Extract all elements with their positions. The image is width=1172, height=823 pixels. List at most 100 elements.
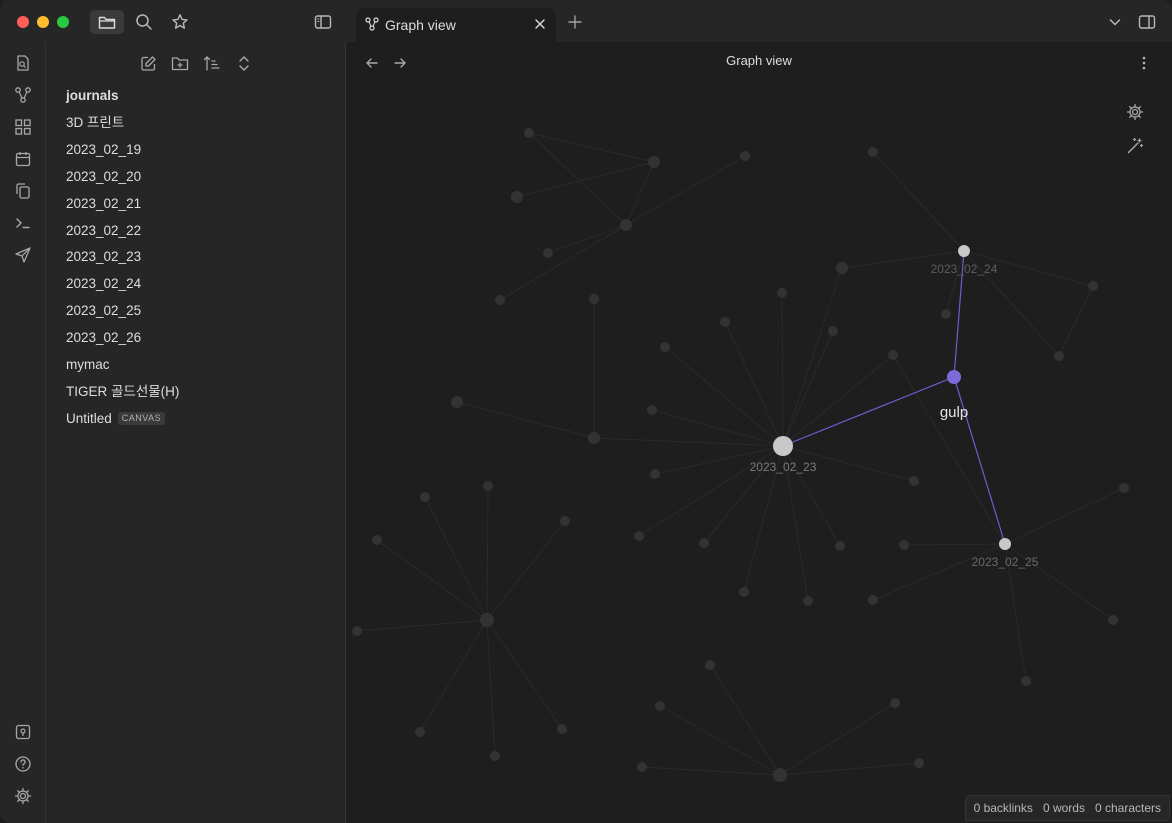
ribbon xyxy=(0,42,46,823)
minimize-window-button[interactable] xyxy=(37,16,49,28)
close-window-button[interactable] xyxy=(17,16,29,28)
magic-wand-icon xyxy=(1127,137,1144,154)
help-icon xyxy=(15,756,31,772)
file-item[interactable]: Untitled CANVAS xyxy=(66,409,166,429)
close-tab-icon[interactable] xyxy=(534,18,546,30)
file-label: Untitled xyxy=(66,411,112,426)
file-label: mymac xyxy=(66,357,110,372)
file-label: 2023_02_26 xyxy=(66,330,142,345)
help-button[interactable] xyxy=(12,753,34,775)
file-label: journals xyxy=(66,88,119,103)
graph-node-gulp[interactable] xyxy=(947,370,961,384)
sidebar-right-icon xyxy=(1138,15,1156,29)
chevrons-up-down-icon xyxy=(239,55,249,71)
file-item[interactable]: 2023_02_21 xyxy=(66,194,141,214)
app-window: Graph view journals 3D 프린트 2023_02_19 20… xyxy=(0,0,1172,823)
file-item[interactable]: 2023_02_23 xyxy=(66,247,141,267)
gear-icon xyxy=(14,787,32,805)
file-item[interactable]: 2023_02_20 xyxy=(66,167,141,187)
open-vault-button[interactable] xyxy=(12,721,34,743)
graph-settings-button[interactable] xyxy=(1124,101,1146,123)
file-label: 3D 프린트 xyxy=(66,115,125,130)
publish-button[interactable] xyxy=(12,244,34,266)
tab-list-button[interactable] xyxy=(1098,10,1132,34)
file-label: 2023_02_22 xyxy=(66,223,142,238)
file-label: 2023_02_25 xyxy=(66,303,142,318)
file-item[interactable]: TIGER 골드선물(H) xyxy=(66,382,179,402)
file-label: 2023_02_19 xyxy=(66,142,142,157)
file-search-icon xyxy=(17,55,29,71)
file-item[interactable]: 2023_02_19 xyxy=(66,140,141,160)
vault-icon xyxy=(15,724,31,740)
plus-icon xyxy=(568,15,582,29)
file-item[interactable]: 2023_02_22 xyxy=(66,221,141,241)
folder-item[interactable]: journals xyxy=(66,86,119,106)
graph-icon xyxy=(365,17,379,31)
tab-title: Graph view xyxy=(385,17,456,33)
open-quick-switcher-button[interactable] xyxy=(12,52,34,74)
file-label: 2023_02_20 xyxy=(66,169,142,184)
edit-icon xyxy=(140,55,156,71)
graph-node-label: 2023_02_24 xyxy=(931,262,998,276)
file-item[interactable]: 2023_02_24 xyxy=(66,274,141,294)
animate-button[interactable] xyxy=(1124,135,1146,157)
new-note-button[interactable] xyxy=(137,52,159,74)
graph-node-label: 2023_02_25 xyxy=(972,555,1039,569)
graph-view-pane: Graph view 2023_02_23 2023_02_24 2023_02… xyxy=(346,42,1172,823)
terminal-icon xyxy=(16,218,30,229)
backlinks-count[interactable]: 0 backlinks xyxy=(974,801,1033,815)
chevron-down-icon xyxy=(1109,19,1121,26)
file-item[interactable]: 2023_02_26 xyxy=(66,328,141,348)
graph-canvas[interactable]: 2023_02_23 2023_02_24 2023_02_25 gulp xyxy=(346,42,1172,823)
graph-node-2023-02-23[interactable] xyxy=(773,436,793,456)
files-button[interactable] xyxy=(90,10,124,34)
graph-icon xyxy=(15,87,31,103)
character-count: 0 characters xyxy=(1094,801,1161,815)
open-canvas-button[interactable] xyxy=(12,116,34,138)
search-button[interactable] xyxy=(127,10,161,34)
zoom-window-button[interactable] xyxy=(57,16,69,28)
toggle-left-sidebar-button[interactable] xyxy=(306,10,340,34)
file-item[interactable]: 3D 프린트 xyxy=(66,113,124,133)
bookmarks-button[interactable] xyxy=(163,10,197,34)
graph-node-label-active: gulp xyxy=(940,404,968,421)
star-icon xyxy=(172,14,188,29)
sort-icon xyxy=(203,55,220,71)
new-tab-button[interactable] xyxy=(558,10,592,34)
settings-button[interactable] xyxy=(12,785,34,807)
toggle-right-sidebar-button[interactable] xyxy=(1130,10,1164,34)
search-icon xyxy=(136,14,152,30)
folder-icon xyxy=(98,16,116,29)
file-label: 2023_02_24 xyxy=(66,276,142,291)
calendar-icon xyxy=(15,152,31,167)
sort-button[interactable] xyxy=(201,52,223,74)
gear-icon xyxy=(1126,103,1144,121)
insert-template-button[interactable] xyxy=(12,180,34,202)
graph-node-2023-02-25[interactable] xyxy=(999,538,1011,550)
send-icon xyxy=(15,247,31,263)
file-item[interactable]: 2023_02_25 xyxy=(66,301,141,321)
folder-plus-icon xyxy=(171,56,189,70)
graph-node-label: 2023_02_23 xyxy=(750,460,817,474)
file-label: 2023_02_23 xyxy=(66,249,142,264)
title-bar: Graph view xyxy=(0,0,1172,43)
graph-node-2023-02-24[interactable] xyxy=(958,245,970,257)
file-label: 2023_02_21 xyxy=(66,196,142,211)
highlighted-edges xyxy=(782,250,1006,545)
background-edges xyxy=(356,132,1125,776)
file-label: TIGER 골드선물(H) xyxy=(66,384,180,399)
collapse-all-button[interactable] xyxy=(233,52,255,74)
layout-dashboard-icon xyxy=(15,119,31,135)
file-explorer: journals 3D 프린트 2023_02_19 2023_02_20 20… xyxy=(46,42,346,823)
tab-graph-view[interactable]: Graph view xyxy=(356,8,556,42)
open-daily-note-button[interactable] xyxy=(12,148,34,170)
file-type-badge: CANVAS xyxy=(117,412,166,425)
status-bar: 0 backlinks 0 words 0 characters xyxy=(964,795,1170,821)
new-folder-button[interactable] xyxy=(169,52,191,74)
sidebar-left-icon xyxy=(314,15,332,29)
open-command-palette-button[interactable] xyxy=(12,212,34,234)
copy-icon xyxy=(16,183,30,199)
file-item[interactable]: mymac xyxy=(66,355,110,375)
open-graph-view-button[interactable] xyxy=(12,84,34,106)
word-count: 0 words xyxy=(1042,801,1085,815)
